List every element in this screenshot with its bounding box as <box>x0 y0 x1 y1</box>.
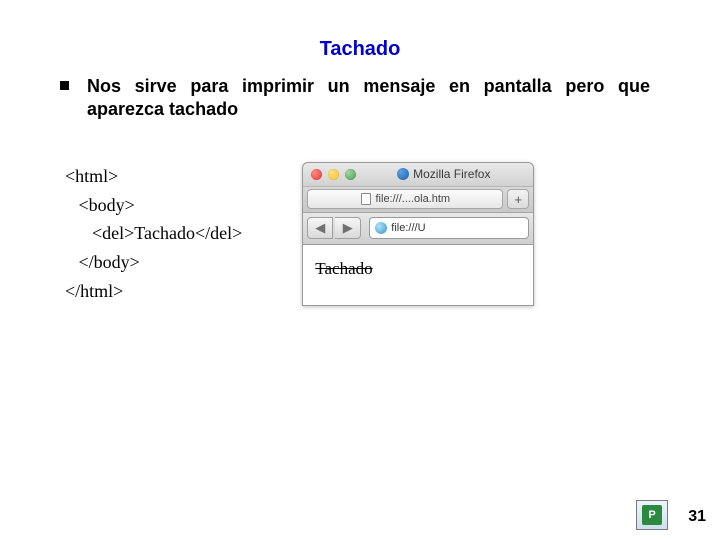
document-icon <box>361 193 371 205</box>
forward-button[interactable]: ▶ <box>335 217 361 239</box>
tab-label: file:///....ola.htm <box>376 193 451 205</box>
back-button[interactable]: ◀ <box>307 217 333 239</box>
tab-bar: file:///....ola.htm + <box>303 187 533 213</box>
window-title-text: Mozilla Firefox <box>413 167 490 181</box>
globe-icon <box>375 222 387 234</box>
footer-logo: P <box>636 500 668 530</box>
chevron-left-icon: ◀ <box>315 220 325 236</box>
url-bar[interactable]: file:///U <box>369 217 529 239</box>
minimize-icon[interactable] <box>328 169 339 180</box>
url-text: file:///U <box>391 222 425 234</box>
bullet-marker-icon <box>60 81 69 90</box>
code-sample: <html> <body> <del>Tachado</del> </body>… <box>65 162 242 306</box>
chevron-right-icon: ▶ <box>343 220 353 236</box>
browser-toolbar: ◀ ▶ file:///U <box>303 213 533 245</box>
bullet-item: Nos sirve para imprimir un mensaje en pa… <box>0 75 720 122</box>
bullet-text: Nos sirve para imprimir un mensaje en pa… <box>87 75 650 122</box>
browser-tab[interactable]: file:///....ola.htm <box>307 189 503 209</box>
maximize-icon[interactable] <box>345 169 356 180</box>
page-content: Tachado <box>303 245 533 305</box>
new-tab-button[interactable]: + <box>507 189 529 209</box>
page-number: 31 <box>688 508 706 526</box>
browser-window: Mozilla Firefox file:///....ola.htm + ◀ … <box>302 162 534 306</box>
content-row: <html> <body> <del>Tachado</del> </body>… <box>0 162 720 306</box>
firefox-icon <box>397 168 409 180</box>
close-icon[interactable] <box>311 169 322 180</box>
logo-icon: P <box>642 505 662 525</box>
window-titlebar: Mozilla Firefox <box>303 163 533 187</box>
slide-title: Tachado <box>0 0 720 75</box>
window-title: Mozilla Firefox <box>362 167 525 181</box>
